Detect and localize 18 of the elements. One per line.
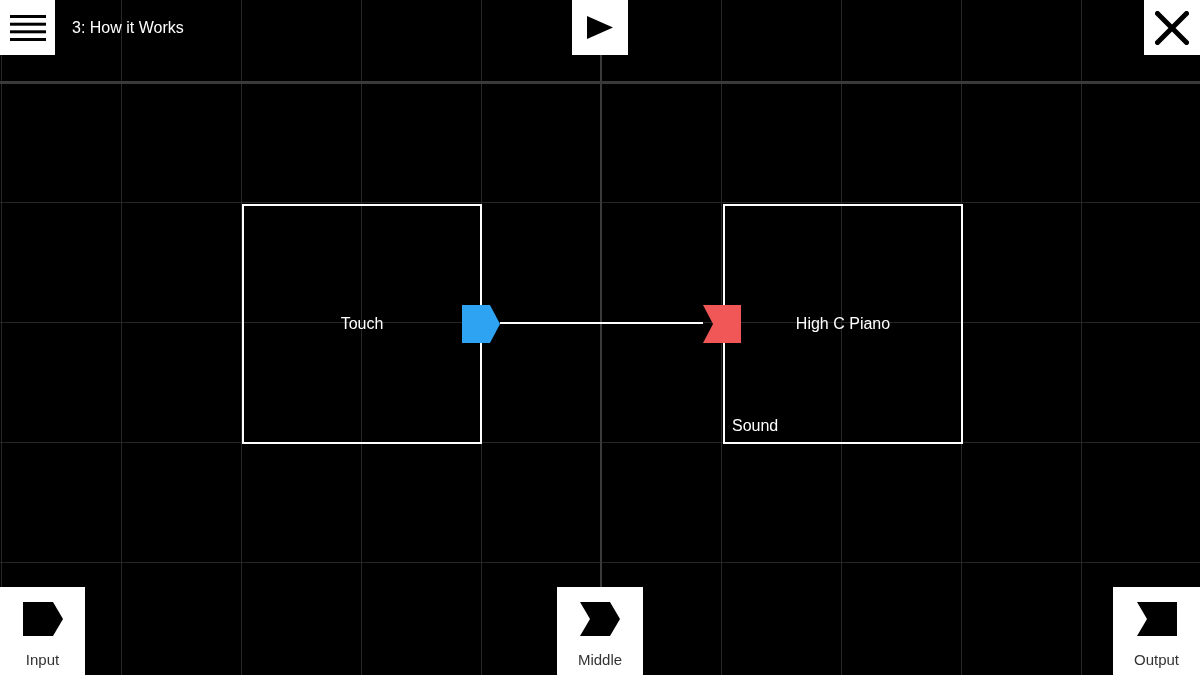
menu-button[interactable] [0,0,55,55]
play-icon [587,16,613,39]
notched-port-icon[interactable] [703,305,741,343]
node-category-label: Sound [732,418,779,434]
node-label: High C Piano [795,316,891,332]
close-button[interactable] [1144,0,1200,55]
chevron-block-icon [580,602,620,636]
block-button[interactable]: Output [1113,587,1200,675]
block-button[interactable]: Input [0,587,85,675]
arrow-port-icon[interactable] [462,305,500,343]
menu-icon [9,14,46,41]
play-button[interactable] [572,0,628,55]
block-button[interactable]: Middle [557,587,643,675]
notched-block-icon [1136,602,1177,636]
close-icon [1155,10,1189,45]
node-label: Touch [340,316,384,332]
screen-title: 3: How it Works [72,19,184,36]
arrow-block-icon [22,602,63,636]
